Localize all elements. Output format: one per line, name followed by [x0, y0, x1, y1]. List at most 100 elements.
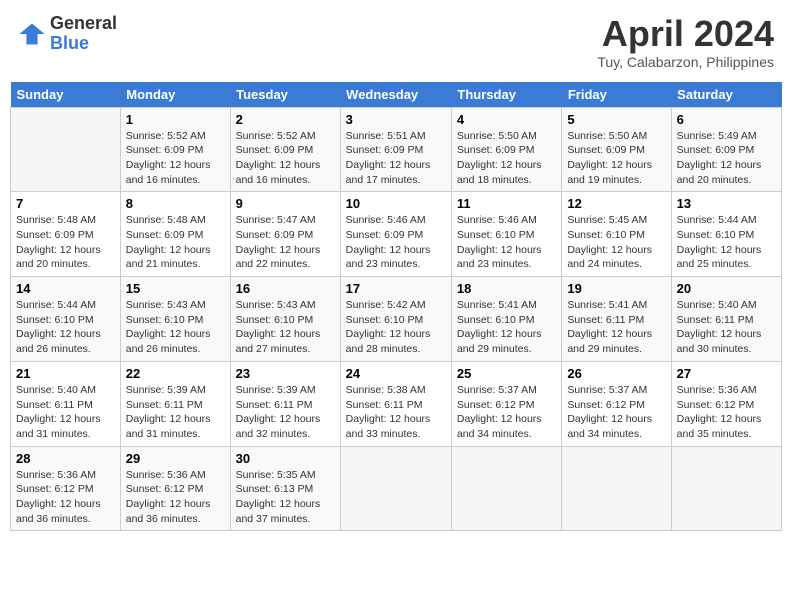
day-number: 6: [677, 112, 776, 127]
day-info: Sunrise: 5:48 AMSunset: 6:09 PMDaylight:…: [16, 213, 115, 272]
day-info: Sunrise: 5:36 AMSunset: 6:12 PMDaylight:…: [16, 468, 115, 527]
day-info: Sunrise: 5:52 AMSunset: 6:09 PMDaylight:…: [236, 129, 335, 188]
calendar-cell: 3 Sunrise: 5:51 AMSunset: 6:09 PMDaylight…: [340, 107, 451, 192]
day-number: 13: [677, 196, 776, 211]
day-number: 7: [16, 196, 115, 211]
calendar-cell: 15Sunrise: 5:43 AMSunset: 6:10 PMDayligh…: [120, 277, 230, 362]
logo: General Blue: [18, 14, 117, 54]
day-info: Sunrise: 5:35 AMSunset: 6:13 PMDaylight:…: [236, 468, 335, 527]
day-number: 29: [126, 451, 225, 466]
day-info: Sunrise: 5:37 AMSunset: 6:12 PMDaylight:…: [567, 383, 665, 442]
day-info: Sunrise: 5:36 AMSunset: 6:12 PMDaylight:…: [677, 383, 776, 442]
logo-text: General Blue: [50, 14, 117, 54]
day-info: Sunrise: 5:44 AMSunset: 6:10 PMDaylight:…: [16, 298, 115, 357]
calendar-cell: 17 Sunrise: 5:42 AMSunset: 6:10 PMDayligh…: [340, 277, 451, 362]
calendar-cell: 7 Sunrise: 5:48 AMSunset: 6:09 PMDaylight…: [11, 192, 121, 277]
day-number: 1: [126, 112, 225, 127]
month-title: April 2024: [597, 14, 774, 54]
calendar-week-2: 7 Sunrise: 5:48 AMSunset: 6:09 PMDaylight…: [11, 192, 782, 277]
day-info: Sunrise: 5:49 AMSunset: 6:09 PMDaylight:…: [677, 129, 776, 188]
calendar-cell: 22Sunrise: 5:39 AMSunset: 6:11 PMDayligh…: [120, 361, 230, 446]
calendar-cell: 28 Sunrise: 5:36 AMSunset: 6:12 PMDayligh…: [11, 446, 121, 531]
calendar-cell: 18 Sunrise: 5:41 AMSunset: 6:10 PMDayligh…: [451, 277, 561, 362]
header-monday: Monday: [120, 82, 230, 108]
header-tuesday: Tuesday: [230, 82, 340, 108]
day-info: Sunrise: 5:47 AMSunset: 6:09 PMDaylight:…: [236, 213, 335, 272]
calendar-cell: 30 Sunrise: 5:35 AMSunset: 6:13 PMDayligh…: [230, 446, 340, 531]
day-number: 25: [457, 366, 556, 381]
day-number: 28: [16, 451, 115, 466]
day-info: Sunrise: 5:52 AMSunset: 6:09 PMDaylight:…: [126, 129, 225, 188]
day-info: Sunrise: 5:48 AMSunset: 6:09 PMDaylight:…: [126, 213, 225, 272]
day-info: Sunrise: 5:40 AMSunset: 6:11 PMDaylight:…: [16, 383, 115, 442]
day-number: 30: [236, 451, 335, 466]
header-sunday: Sunday: [11, 82, 121, 108]
calendar-table: SundayMondayTuesdayWednesdayThursdayFrid…: [10, 82, 782, 532]
day-info: Sunrise: 5:42 AMSunset: 6:10 PMDaylight:…: [346, 298, 446, 357]
location: Tuy, Calabarzon, Philippines: [597, 54, 774, 70]
days-header-row: SundayMondayTuesdayWednesdayThursdayFrid…: [11, 82, 782, 108]
day-number: 22: [126, 366, 225, 381]
header-friday: Friday: [562, 82, 671, 108]
header-wednesday: Wednesday: [340, 82, 451, 108]
title-block: April 2024 Tuy, Calabarzon, Philippines: [597, 14, 774, 70]
calendar-cell: 19 Sunrise: 5:41 AMSunset: 6:11 PMDayligh…: [562, 277, 671, 362]
calendar-cell: 4 Sunrise: 5:50 AMSunset: 6:09 PMDaylight…: [451, 107, 561, 192]
calendar-week-4: 21 Sunrise: 5:40 AMSunset: 6:11 PMDayligh…: [11, 361, 782, 446]
calendar-cell: 9 Sunrise: 5:47 AMSunset: 6:09 PMDaylight…: [230, 192, 340, 277]
calendar-cell: 6 Sunrise: 5:49 AMSunset: 6:09 PMDaylight…: [671, 107, 781, 192]
calendar-cell: 27 Sunrise: 5:36 AMSunset: 6:12 PMDayligh…: [671, 361, 781, 446]
day-info: Sunrise: 5:37 AMSunset: 6:12 PMDaylight:…: [457, 383, 556, 442]
day-info: Sunrise: 5:41 AMSunset: 6:11 PMDaylight:…: [567, 298, 665, 357]
calendar-cell: 12 Sunrise: 5:45 AMSunset: 6:10 PMDayligh…: [562, 192, 671, 277]
day-info: Sunrise: 5:45 AMSunset: 6:10 PMDaylight:…: [567, 213, 665, 272]
calendar-cell: 25 Sunrise: 5:37 AMSunset: 6:12 PMDayligh…: [451, 361, 561, 446]
logo-blue: Blue: [50, 34, 117, 54]
day-number: 18: [457, 281, 556, 296]
day-info: Sunrise: 5:38 AMSunset: 6:11 PMDaylight:…: [346, 383, 446, 442]
calendar-cell: 16 Sunrise: 5:43 AMSunset: 6:10 PMDayligh…: [230, 277, 340, 362]
logo-icon: [18, 20, 46, 48]
page-header: General Blue April 2024 Tuy, Calabarzon,…: [10, 10, 782, 74]
day-info: Sunrise: 5:43 AMSunset: 6:10 PMDaylight:…: [236, 298, 335, 357]
day-number: 27: [677, 366, 776, 381]
day-info: Sunrise: 5:46 AMSunset: 6:10 PMDaylight:…: [457, 213, 556, 272]
day-number: 21: [16, 366, 115, 381]
calendar-cell: [671, 446, 781, 531]
day-info: Sunrise: 5:36 AMSunset: 6:12 PMDaylight:…: [126, 468, 225, 527]
day-number: 20: [677, 281, 776, 296]
day-number: 12: [567, 196, 665, 211]
calendar-week-5: 28 Sunrise: 5:36 AMSunset: 6:12 PMDayligh…: [11, 446, 782, 531]
calendar-cell: 11Sunrise: 5:46 AMSunset: 6:10 PMDayligh…: [451, 192, 561, 277]
calendar-cell: [451, 446, 561, 531]
day-number: 26: [567, 366, 665, 381]
day-info: Sunrise: 5:51 AMSunset: 6:09 PMDaylight:…: [346, 129, 446, 188]
header-thursday: Thursday: [451, 82, 561, 108]
day-number: 3: [346, 112, 446, 127]
day-number: 24: [346, 366, 446, 381]
day-number: 19: [567, 281, 665, 296]
day-info: Sunrise: 5:41 AMSunset: 6:10 PMDaylight:…: [457, 298, 556, 357]
day-number: 4: [457, 112, 556, 127]
day-number: 17: [346, 281, 446, 296]
day-info: Sunrise: 5:50 AMSunset: 6:09 PMDaylight:…: [567, 129, 665, 188]
calendar-cell: 23 Sunrise: 5:39 AMSunset: 6:11 PMDayligh…: [230, 361, 340, 446]
calendar-cell: [562, 446, 671, 531]
calendar-cell: 20 Sunrise: 5:40 AMSunset: 6:11 PMDayligh…: [671, 277, 781, 362]
logo-general: General: [50, 14, 117, 34]
calendar-cell: 10Sunrise: 5:46 AMSunset: 6:09 PMDayligh…: [340, 192, 451, 277]
day-number: 23: [236, 366, 335, 381]
day-number: 9: [236, 196, 335, 211]
calendar-cell: 14 Sunrise: 5:44 AMSunset: 6:10 PMDayligh…: [11, 277, 121, 362]
day-info: Sunrise: 5:39 AMSunset: 6:11 PMDaylight:…: [236, 383, 335, 442]
calendar-cell: 13 Sunrise: 5:44 AMSunset: 6:10 PMDayligh…: [671, 192, 781, 277]
calendar-cell: 26 Sunrise: 5:37 AMSunset: 6:12 PMDayligh…: [562, 361, 671, 446]
day-info: Sunrise: 5:50 AMSunset: 6:09 PMDaylight:…: [457, 129, 556, 188]
day-number: 16: [236, 281, 335, 296]
day-info: Sunrise: 5:44 AMSunset: 6:10 PMDaylight:…: [677, 213, 776, 272]
calendar-cell: [340, 446, 451, 531]
calendar-cell: 21 Sunrise: 5:40 AMSunset: 6:11 PMDayligh…: [11, 361, 121, 446]
day-info: Sunrise: 5:40 AMSunset: 6:11 PMDaylight:…: [677, 298, 776, 357]
day-number: 14: [16, 281, 115, 296]
calendar-cell: 24 Sunrise: 5:38 AMSunset: 6:11 PMDayligh…: [340, 361, 451, 446]
